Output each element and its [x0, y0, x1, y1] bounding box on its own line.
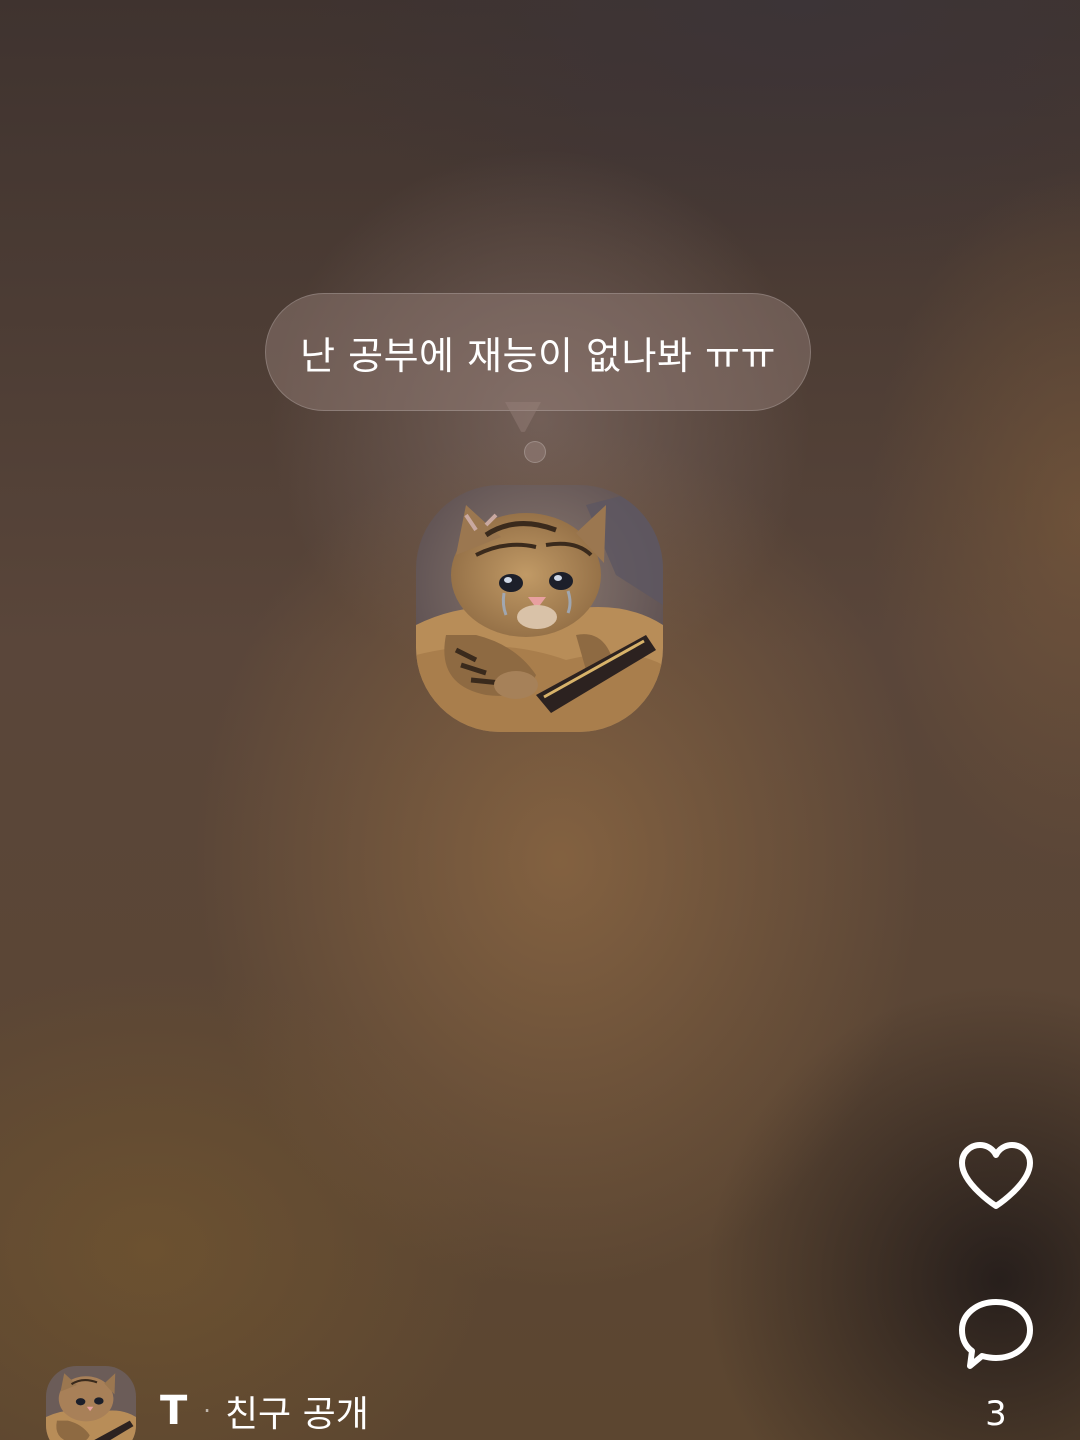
author-avatar[interactable] — [46, 1366, 136, 1440]
crying-cat-image — [416, 485, 663, 732]
author-name[interactable]: T — [160, 1388, 187, 1434]
comment-button[interactable] — [956, 1296, 1036, 1372]
like-button[interactable] — [956, 1140, 1036, 1214]
meta-separator: · — [203, 1397, 211, 1425]
status-bubble[interactable]: 난 공부에 재능이 없나봐 ㅠㅠ — [265, 293, 811, 411]
visibility-label: 친구 공개 — [224, 1394, 369, 1435]
comment-bubble-icon — [959, 1299, 1033, 1369]
profile-image[interactable] — [416, 485, 663, 732]
comment-count: 3 — [985, 1394, 1007, 1434]
status-text: 난 공부에 재능이 없나봐 ㅠㅠ — [300, 333, 776, 378]
heart-icon — [959, 1142, 1033, 1209]
crying-cat-avatar — [46, 1366, 136, 1440]
thought-dot — [524, 441, 546, 463]
author-meta: T · 친구 공개 — [160, 1386, 369, 1436]
